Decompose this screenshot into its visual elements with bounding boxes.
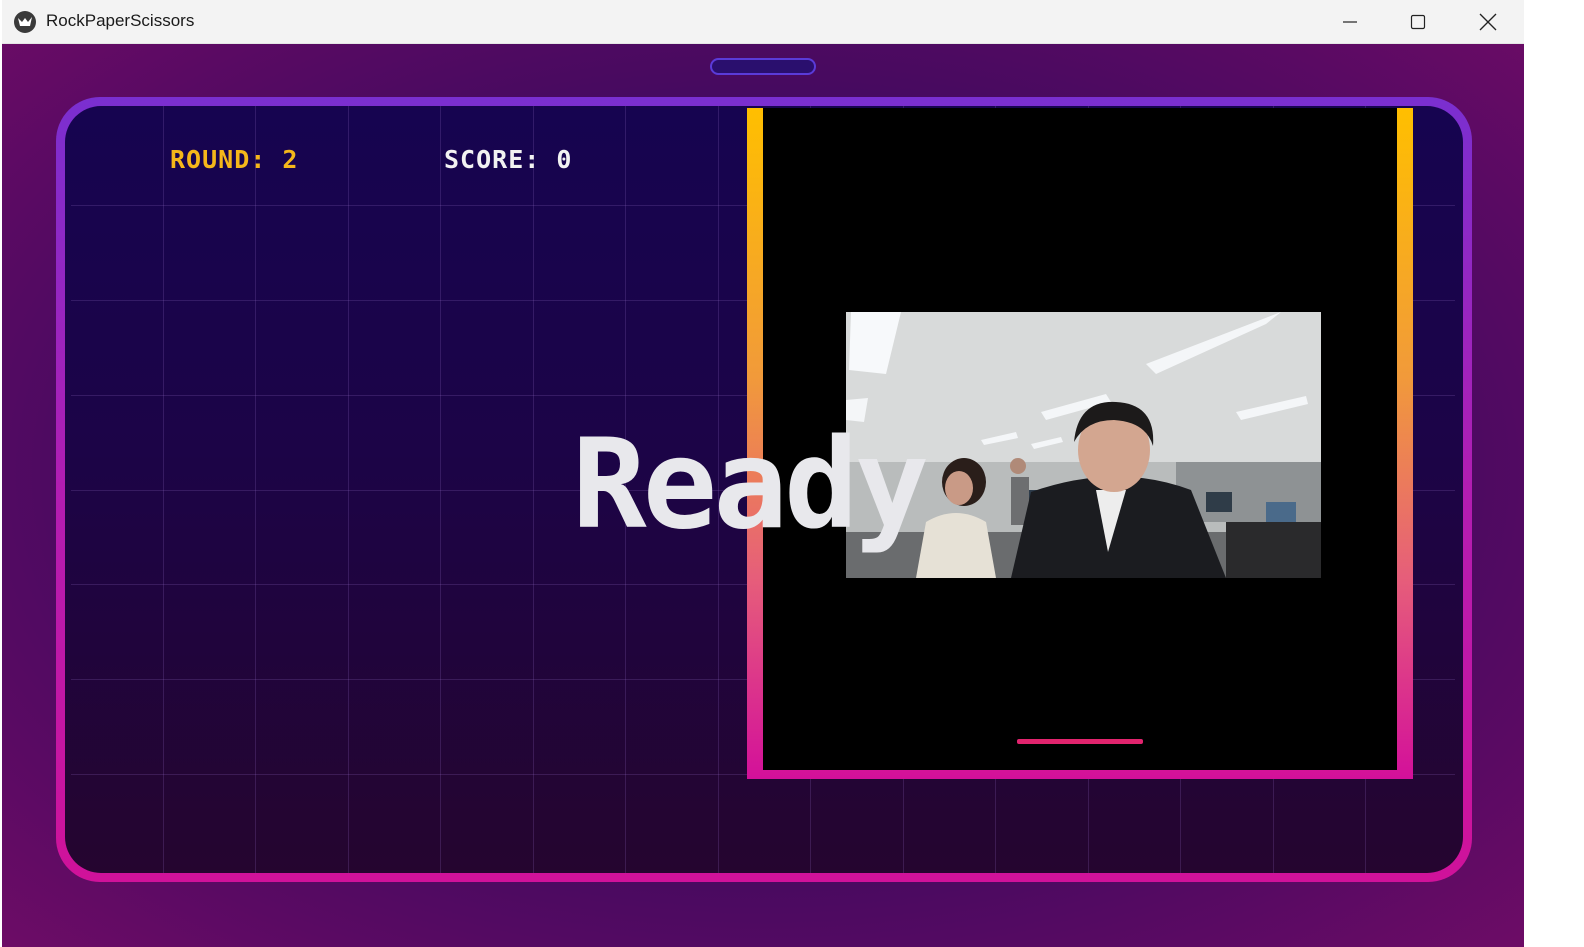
maximize-icon	[1410, 14, 1426, 30]
maximize-button[interactable]	[1384, 0, 1452, 44]
title-bar[interactable]: RockPaperScissors	[2, 0, 1524, 44]
close-icon	[1479, 13, 1497, 31]
kivy-bird-icon	[14, 11, 36, 33]
app-window: RockPaperScissors ROUND: 2 SCORE: 0 Read…	[2, 0, 1524, 947]
minimize-button[interactable]	[1316, 0, 1384, 44]
round-counter: ROUND: 2	[170, 145, 299, 174]
ready-status-text: Ready	[572, 413, 929, 557]
window-title: RockPaperScissors	[46, 11, 195, 30]
close-button[interactable]	[1454, 0, 1522, 44]
minimize-icon	[1343, 21, 1357, 23]
top-handle-decoration	[710, 58, 816, 75]
score-counter: SCORE: 0	[444, 145, 573, 174]
countdown-progress-bar	[1017, 739, 1143, 744]
